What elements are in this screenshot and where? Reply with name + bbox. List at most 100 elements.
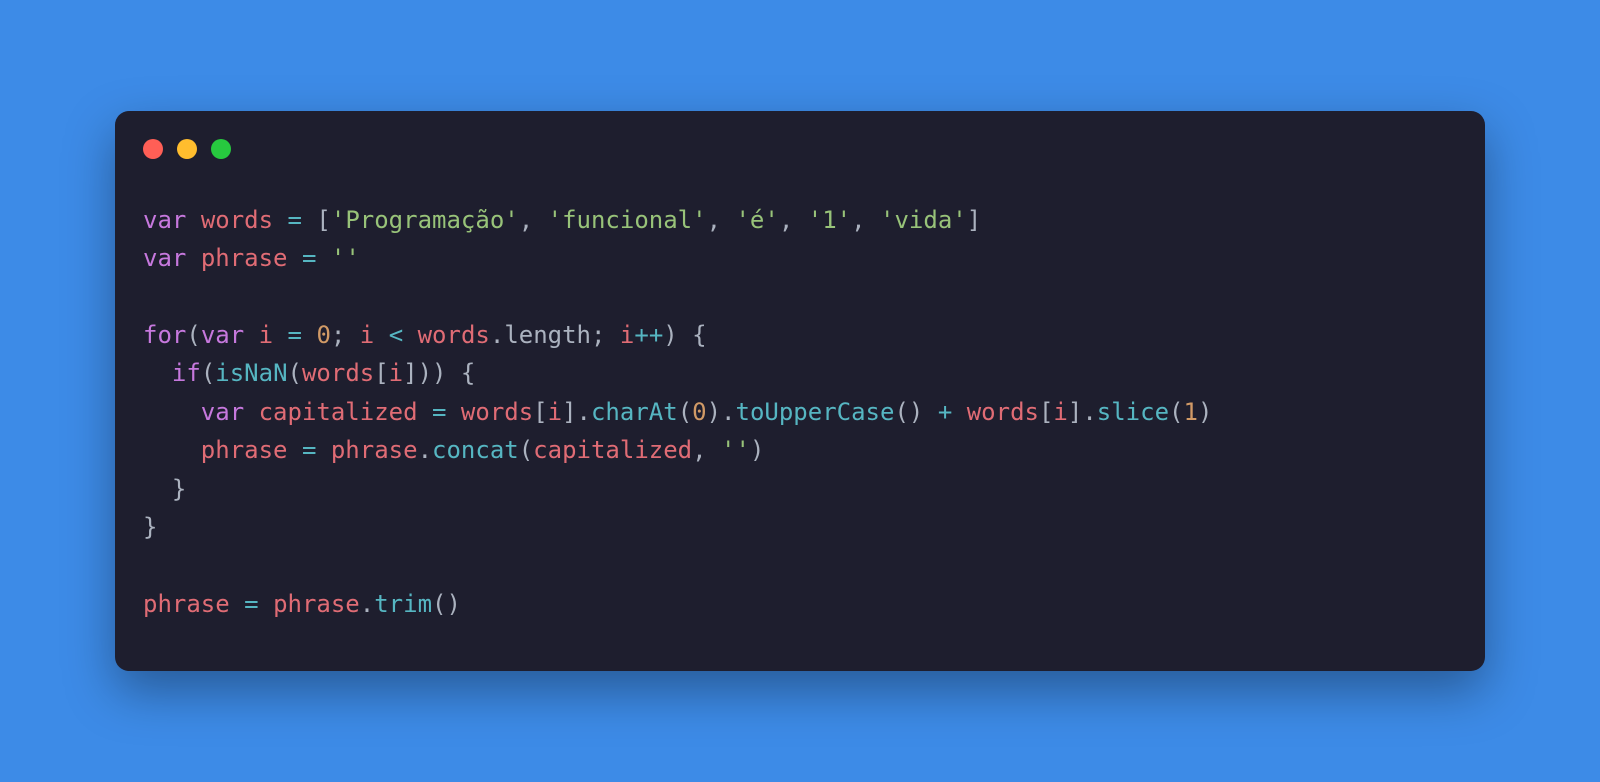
code-token-op: < xyxy=(389,321,403,349)
code-token-plain: } xyxy=(143,513,157,541)
code-token-plain xyxy=(273,321,287,349)
code-token-ident: i xyxy=(389,359,403,387)
code-token-plain xyxy=(288,436,302,464)
code-token-plain: ( xyxy=(288,359,302,387)
code-token-num: 0 xyxy=(316,321,330,349)
code-token-str: 'é' xyxy=(735,206,778,234)
code-token-plain: . xyxy=(418,436,432,464)
code-token-ident: words xyxy=(461,398,533,426)
code-token-plain: () xyxy=(894,398,937,426)
code-token-str: 'funcional' xyxy=(548,206,707,234)
code-token-plain: [ xyxy=(302,206,331,234)
code-token-op: = xyxy=(432,398,446,426)
code-token-plain xyxy=(244,321,258,349)
code-token-kw: if xyxy=(172,359,201,387)
code-token-plain xyxy=(230,590,244,618)
code-token-plain xyxy=(244,398,258,426)
code-token-str: 'vida' xyxy=(880,206,967,234)
code-token-ident: phrase xyxy=(201,436,288,464)
code-token-plain: , xyxy=(519,206,548,234)
code-token-op: = xyxy=(302,244,316,272)
code-token-plain: , xyxy=(851,206,880,234)
code-token-plain xyxy=(186,206,200,234)
code-token-plain xyxy=(143,436,201,464)
code-token-plain: . xyxy=(360,590,374,618)
code-token-plain: } xyxy=(143,475,186,503)
code-token-plain: ) xyxy=(750,436,764,464)
code-token-call: trim xyxy=(374,590,432,618)
code-token-plain xyxy=(186,244,200,272)
code-token-plain: ]. xyxy=(562,398,591,426)
code-token-plain xyxy=(403,321,417,349)
code-token-ident: i xyxy=(259,321,273,349)
code-block[interactable]: var words = ['Programação', 'funcional',… xyxy=(115,201,1485,623)
code-token-kw: var xyxy=(143,206,186,234)
code-token-plain: ] xyxy=(967,206,981,234)
code-token-ident: capitalized xyxy=(533,436,692,464)
code-token-ident: phrase xyxy=(331,436,418,464)
code-token-ident: i xyxy=(620,321,634,349)
code-token-plain xyxy=(316,436,330,464)
code-token-plain: ) xyxy=(1198,398,1212,426)
code-token-plain: ( xyxy=(186,321,200,349)
code-token-op: = xyxy=(288,321,302,349)
code-token-plain: ])) { xyxy=(403,359,475,387)
code-token-plain xyxy=(302,321,316,349)
code-token-prop: length xyxy=(504,321,591,349)
code-token-ident: i xyxy=(360,321,374,349)
code-token-plain xyxy=(446,398,460,426)
code-token-plain xyxy=(143,398,201,426)
close-icon[interactable] xyxy=(143,139,163,159)
code-token-ident: i xyxy=(548,398,562,426)
code-token-ident: words xyxy=(418,321,490,349)
code-token-plain: ; xyxy=(591,321,620,349)
code-token-plain: ; xyxy=(331,321,360,349)
code-token-op: = xyxy=(288,206,302,234)
code-token-plain xyxy=(288,244,302,272)
code-token-str: '' xyxy=(331,244,360,272)
code-token-str: 'Programação' xyxy=(331,206,519,234)
code-token-kw: var xyxy=(201,321,244,349)
code-token-kw: var xyxy=(201,398,244,426)
code-token-call: concat xyxy=(432,436,519,464)
code-token-ident: phrase xyxy=(143,590,230,618)
maximize-icon[interactable] xyxy=(211,139,231,159)
code-token-plain xyxy=(374,321,388,349)
code-token-plain: ( xyxy=(519,436,533,464)
code-token-plain: ). xyxy=(707,398,736,426)
code-token-op: + xyxy=(938,398,952,426)
code-token-plain: [ xyxy=(533,398,547,426)
minimize-icon[interactable] xyxy=(177,139,197,159)
code-window: var words = ['Programação', 'funcional',… xyxy=(115,111,1485,671)
code-token-ident: capitalized xyxy=(259,398,418,426)
code-token-call: toUpperCase xyxy=(736,398,895,426)
code-token-call: charAt xyxy=(591,398,678,426)
code-token-plain xyxy=(143,359,172,387)
code-token-ident: phrase xyxy=(201,244,288,272)
code-token-plain: () xyxy=(432,590,461,618)
code-token-ident: words xyxy=(201,206,273,234)
code-token-op: = xyxy=(302,436,316,464)
code-token-op: = xyxy=(244,590,258,618)
code-token-ident: i xyxy=(1053,398,1067,426)
window-traffic-lights xyxy=(115,139,1485,159)
code-token-ident: words xyxy=(302,359,374,387)
code-token-op: ++ xyxy=(634,321,663,349)
code-token-plain xyxy=(316,244,330,272)
code-token-plain xyxy=(259,590,273,618)
code-token-kw: for xyxy=(143,321,186,349)
code-token-plain: ( xyxy=(201,359,215,387)
code-token-kw: var xyxy=(143,244,186,272)
code-token-plain: , xyxy=(707,206,736,234)
code-token-plain: . xyxy=(490,321,504,349)
code-token-call: slice xyxy=(1097,398,1169,426)
code-token-plain xyxy=(952,398,966,426)
code-token-plain: ) { xyxy=(663,321,706,349)
code-token-str: '' xyxy=(721,436,750,464)
code-token-plain: ( xyxy=(1169,398,1183,426)
code-token-plain: [ xyxy=(374,359,388,387)
code-token-plain xyxy=(273,206,287,234)
code-token-plain: ]. xyxy=(1068,398,1097,426)
code-token-call: isNaN xyxy=(215,359,287,387)
code-token-ident: words xyxy=(967,398,1039,426)
